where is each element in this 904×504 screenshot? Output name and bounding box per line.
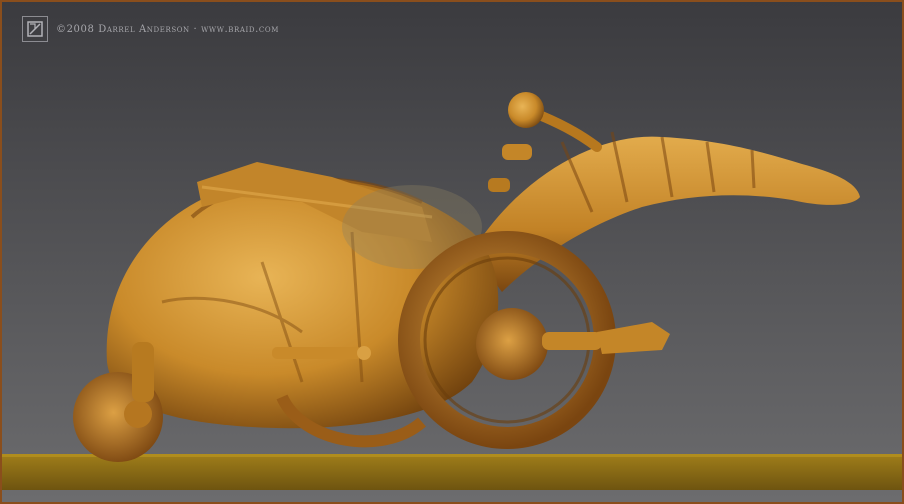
- braid-logo-icon: [22, 16, 48, 42]
- tail-nubs: [488, 144, 532, 192]
- antenna: [508, 92, 602, 152]
- watermark: ©2008 Darrel Anderson · www.braid.com: [22, 16, 279, 42]
- image-frame: ©2008 Darrel Anderson · www.braid.com: [0, 0, 904, 504]
- front-cannon: [272, 346, 371, 360]
- copyright-credit: ©2008 Darrel Anderson · www.braid.com: [56, 23, 279, 35]
- ground-plane: [2, 454, 902, 490]
- render-scene: [2, 92, 902, 490]
